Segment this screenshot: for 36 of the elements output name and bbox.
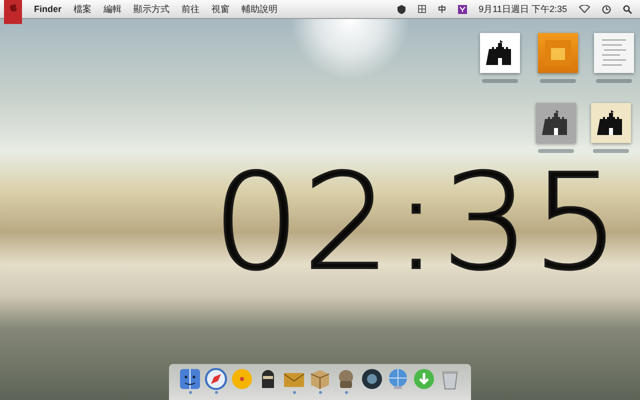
file-thumbnail[interactable] <box>538 33 578 73</box>
file-thumbnail[interactable] <box>591 103 631 143</box>
file-thumbnail[interactable] <box>480 33 520 73</box>
menu-item[interactable]: 視窗 <box>212 2 230 16</box>
blurred-filename <box>538 149 574 153</box>
compass-icon[interactable] <box>205 368 227 390</box>
document-icon <box>543 38 573 68</box>
shield-icon[interactable] <box>396 4 406 14</box>
menu-item[interactable]: 前往 <box>182 2 200 16</box>
download-icon[interactable] <box>413 368 435 390</box>
grid-icon[interactable] <box>418 5 426 13</box>
date-time[interactable]: 9月11日週日 下午2:35 <box>478 2 567 16</box>
face-icon[interactable] <box>179 368 201 390</box>
menu-item[interactable]: 顯示方式 <box>134 2 170 16</box>
app-menu[interactable]: Finder <box>34 4 62 14</box>
menu-item[interactable]: 編輯 <box>104 2 122 16</box>
clock-display: 02:35 <box>212 157 622 289</box>
clock-icon[interactable] <box>602 4 611 14</box>
blurred-filename <box>596 79 632 83</box>
box-icon[interactable] <box>309 368 331 390</box>
file-thumbnail[interactable] <box>594 33 634 73</box>
blurred-filename <box>540 79 576 83</box>
menu-item[interactable]: 檔案 <box>74 2 92 16</box>
apple-icon <box>9 3 17 12</box>
yahoo-icon[interactable] <box>458 4 467 14</box>
castle-icon <box>486 39 514 67</box>
wifi-icon[interactable] <box>579 5 590 13</box>
menu-item[interactable]: 輔助說明 <box>242 2 278 16</box>
search-icon[interactable] <box>623 4 632 14</box>
input-method-icon[interactable] <box>438 5 446 13</box>
camera-icon[interactable] <box>361 368 383 390</box>
file-thumbnail[interactable] <box>536 103 576 143</box>
blurred-filename <box>482 79 518 83</box>
castle-icon <box>597 109 625 137</box>
castle-icon <box>542 109 570 137</box>
blurred-filename <box>593 149 629 153</box>
